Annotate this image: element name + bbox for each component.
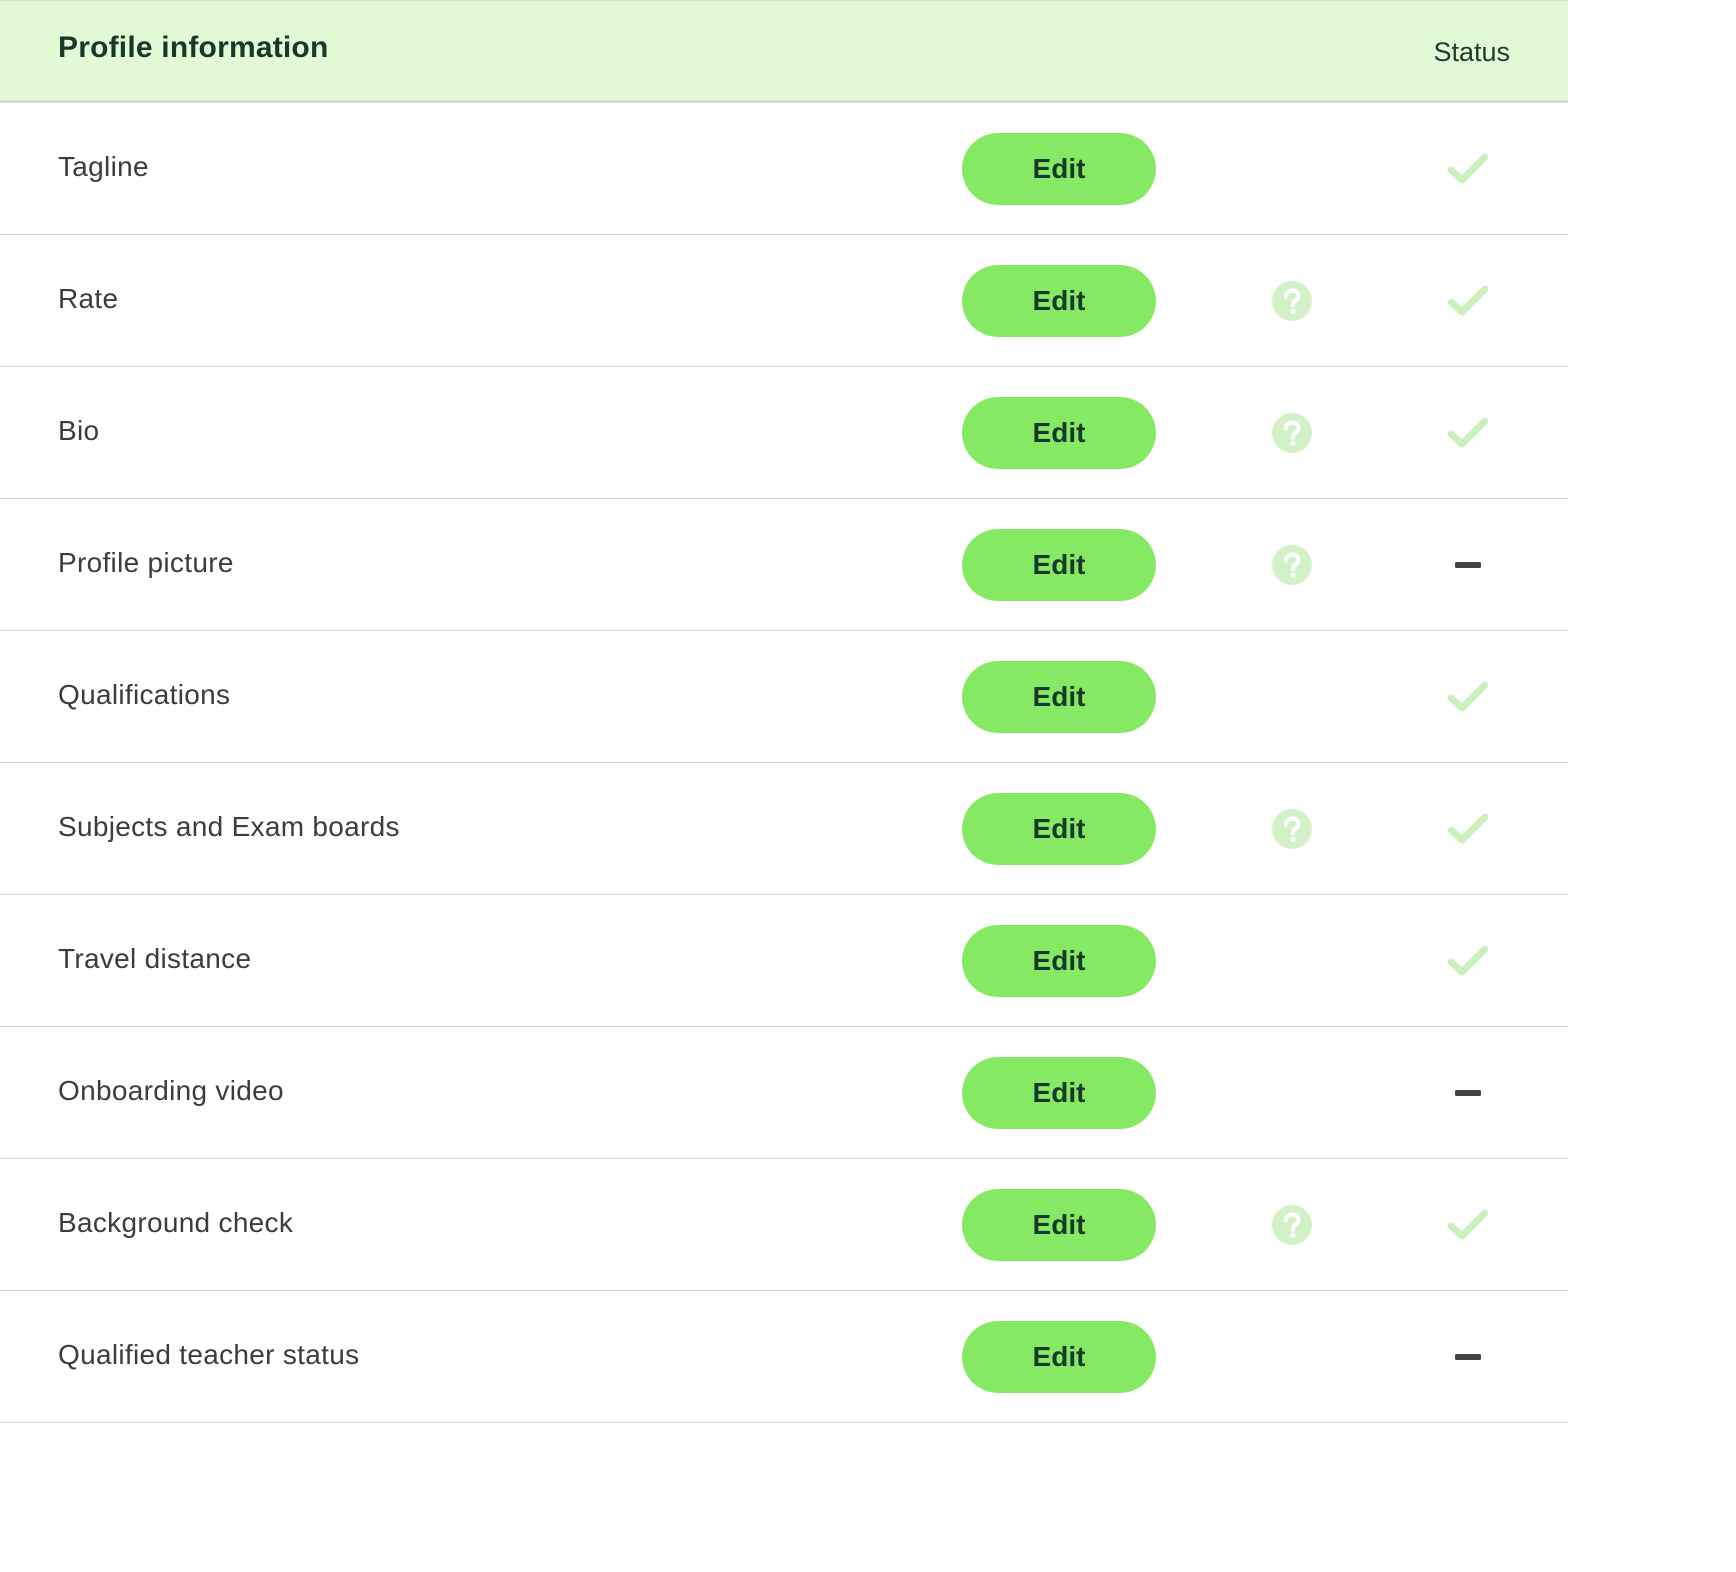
help-icon[interactable] (1272, 545, 1312, 585)
page-title: Profile information (58, 31, 329, 64)
check-icon (1446, 147, 1490, 191)
row-label: Subjects and Exam boards (58, 811, 400, 842)
table-row: Tagline Edit (0, 103, 1568, 235)
edit-button[interactable]: Edit (962, 1321, 1156, 1393)
row-label: Tagline (58, 151, 149, 182)
table-row: Background check Edit (0, 1159, 1568, 1291)
row-label: Background check (58, 1207, 294, 1238)
check-icon (1446, 675, 1490, 719)
help-icon[interactable] (1272, 1205, 1312, 1245)
table-row: Bio Edit (0, 367, 1568, 499)
edit-button[interactable]: Edit (962, 529, 1156, 601)
dash-icon (1446, 1071, 1490, 1115)
edit-button[interactable]: Edit (962, 397, 1156, 469)
row-label: Qualifications (58, 679, 231, 710)
edit-button[interactable]: Edit (962, 265, 1156, 337)
edit-button[interactable]: Edit (962, 925, 1156, 997)
edit-button[interactable]: Edit (962, 793, 1156, 865)
edit-button[interactable]: Edit (962, 1189, 1156, 1261)
check-icon (1446, 279, 1490, 323)
check-icon (1446, 1203, 1490, 1247)
profile-rows: Tagline Edit Rate Edit Bio Edit Profile pictur… (0, 103, 1568, 1423)
status-column-header: Status (1433, 37, 1510, 67)
row-label: Travel distance (58, 943, 252, 974)
check-icon (1446, 411, 1490, 455)
dash-icon (1446, 1335, 1490, 1379)
edit-button[interactable]: Edit (962, 661, 1156, 733)
dash-icon (1446, 543, 1490, 587)
table-row: Qualifications Edit (0, 631, 1568, 763)
table-header: Profile information Status (0, 0, 1568, 103)
edit-button[interactable]: Edit (962, 133, 1156, 205)
row-label: Profile picture (58, 547, 234, 578)
row-label: Rate (58, 283, 119, 314)
help-icon[interactable] (1272, 413, 1312, 453)
check-icon (1446, 807, 1490, 851)
row-label: Onboarding video (58, 1075, 284, 1106)
profile-information-panel: Profile information Status Tagline Edit Ra… (0, 0, 1568, 1423)
row-label: Bio (58, 415, 100, 446)
table-row: Qualified teacher status Edit (0, 1291, 1568, 1423)
table-row: Travel distance Edit (0, 895, 1568, 1027)
check-icon (1446, 939, 1490, 983)
row-label: Qualified teacher status (58, 1339, 360, 1370)
help-icon[interactable] (1272, 281, 1312, 321)
table-row: Subjects and Exam boards Edit (0, 763, 1568, 895)
table-row: Onboarding video Edit (0, 1027, 1568, 1159)
table-row: Rate Edit (0, 235, 1568, 367)
help-icon[interactable] (1272, 809, 1312, 849)
edit-button[interactable]: Edit (962, 1057, 1156, 1129)
table-row: Profile picture Edit (0, 499, 1568, 631)
